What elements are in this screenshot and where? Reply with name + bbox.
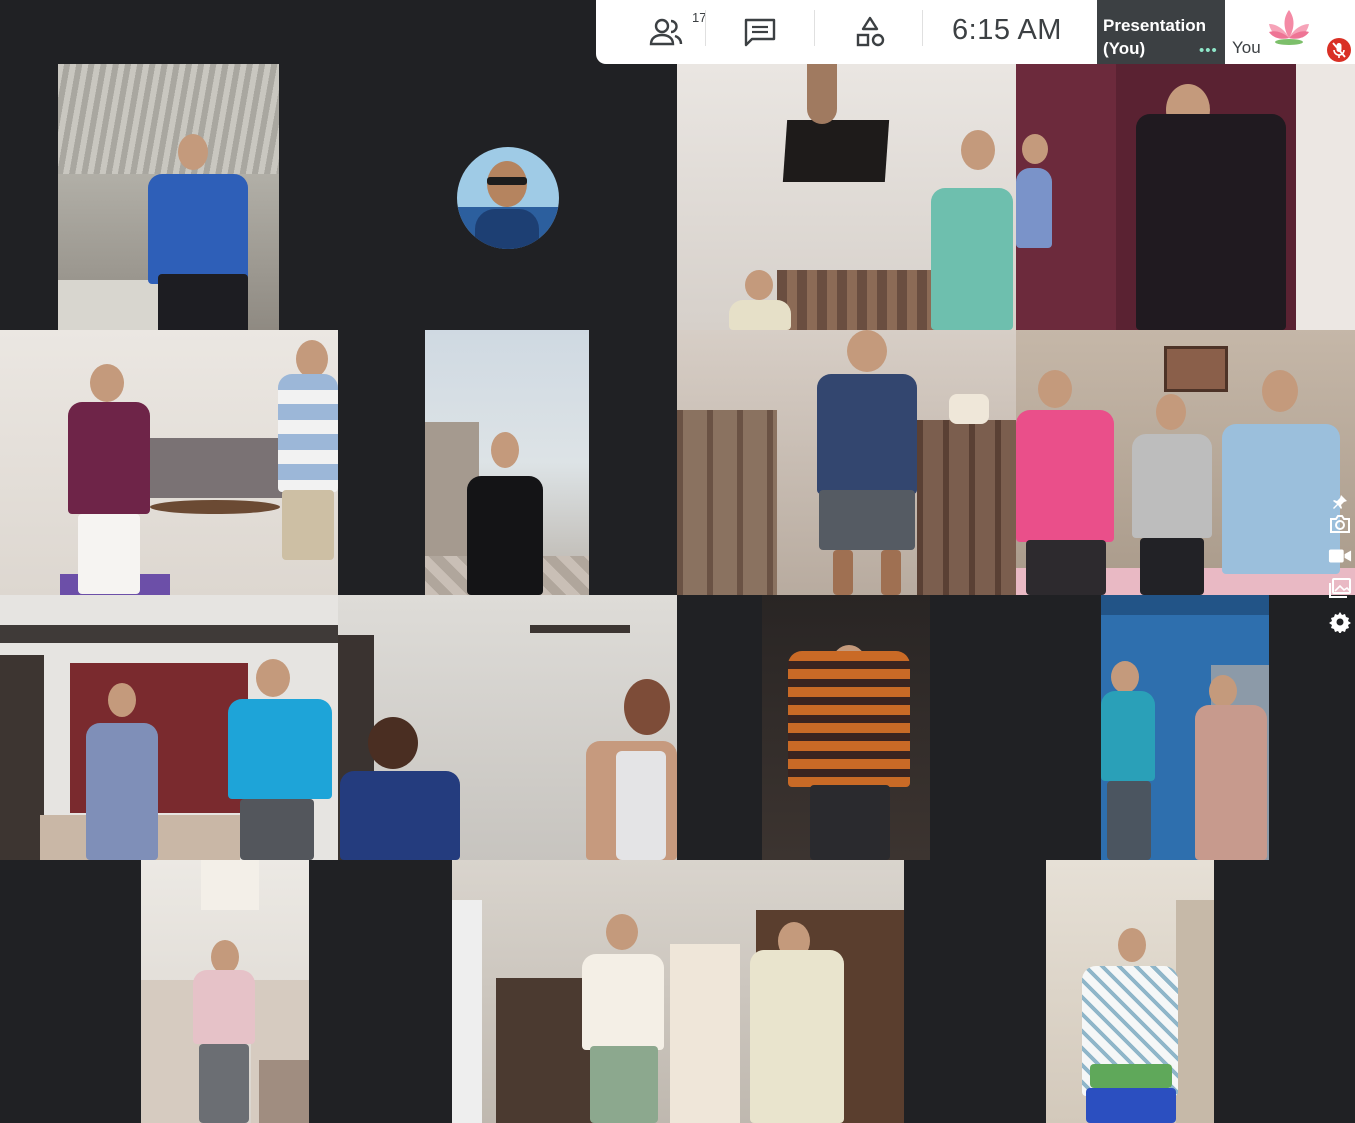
record-button[interactable]: [1328, 544, 1352, 568]
toolbar-divider: [814, 10, 815, 46]
chat-button[interactable]: [720, 0, 800, 64]
self-label: You: [1232, 38, 1261, 57]
participant-figure: [1016, 134, 1056, 330]
participant-figure: [807, 330, 927, 595]
camera-icon: [1330, 515, 1350, 533]
participant-figure: [784, 645, 914, 860]
participant-figure: [748, 922, 848, 1123]
participant-avatar[interactable]: [457, 147, 559, 249]
gallery-button[interactable]: [1328, 576, 1352, 600]
pin-icon: [1333, 495, 1347, 509]
video-icon: [1328, 549, 1352, 563]
participant-figure: [1132, 394, 1212, 595]
activities-button[interactable]: [830, 0, 910, 64]
chat-icon: [744, 18, 776, 47]
participant-video[interactable]: [1016, 64, 1355, 330]
self-view-tile[interactable]: You: [1225, 0, 1355, 64]
settings-button[interactable]: [1328, 610, 1352, 634]
participant-video[interactable]: [338, 595, 677, 860]
settings-icon: [1329, 612, 1351, 633]
participant-figure: [586, 679, 677, 860]
snapshot-button[interactable]: [1328, 512, 1352, 536]
participant-figure: [1082, 928, 1180, 1123]
more-options-dots[interactable]: •••: [1199, 42, 1218, 59]
participant-video[interactable]: [1016, 330, 1355, 595]
participant-figure: [463, 432, 547, 595]
activities-icon: [856, 16, 885, 47]
participant-figure: [582, 914, 666, 1123]
participant-figure: [1101, 661, 1157, 860]
toolbar-divider: [705, 10, 706, 46]
gallery-icon: [1329, 578, 1351, 598]
pin-button[interactable]: [1328, 490, 1352, 514]
participant-figure: [64, 364, 154, 594]
participant-figure: [917, 130, 1016, 330]
participant-video[interactable]: [452, 860, 904, 1123]
participant-figure: [340, 717, 460, 860]
participant-figure: [82, 683, 162, 860]
participant-figure: [1195, 675, 1269, 860]
participant-video[interactable]: [141, 860, 309, 1123]
participant-video[interactable]: [677, 330, 1016, 595]
lotus-icon: [1269, 10, 1309, 45]
participant-figure: [228, 659, 338, 860]
participant-video[interactable]: [0, 330, 338, 595]
participant-figure: [1126, 84, 1296, 330]
people-button[interactable]: 17: [626, 0, 706, 64]
people-icon: [649, 18, 683, 46]
mic-off-icon: [1332, 42, 1346, 58]
participant-figure: [274, 340, 338, 580]
clock: 6:15 AM: [952, 13, 1062, 46]
presentation-tile[interactable]: Presentation (You) •••: [1097, 0, 1225, 64]
participant-video[interactable]: [677, 64, 1016, 330]
participant-video[interactable]: [1046, 860, 1214, 1123]
participant-video[interactable]: [762, 595, 930, 860]
participant-video[interactable]: [1101, 595, 1269, 860]
meeting-toolbar: 17 6:15 AM Presentation (You) ••• You: [596, 0, 1355, 64]
side-tools: [1324, 490, 1355, 640]
participant-figure: [1222, 370, 1340, 595]
participant-figure: [725, 270, 795, 330]
participant-figure: [193, 940, 257, 1123]
participant-video[interactable]: [58, 64, 279, 330]
participant-video[interactable]: [0, 595, 338, 860]
participant-figure: [148, 134, 258, 330]
participant-video[interactable]: [425, 330, 589, 595]
mic-off-button[interactable]: [1327, 38, 1351, 62]
participant-figure: [1016, 370, 1116, 595]
